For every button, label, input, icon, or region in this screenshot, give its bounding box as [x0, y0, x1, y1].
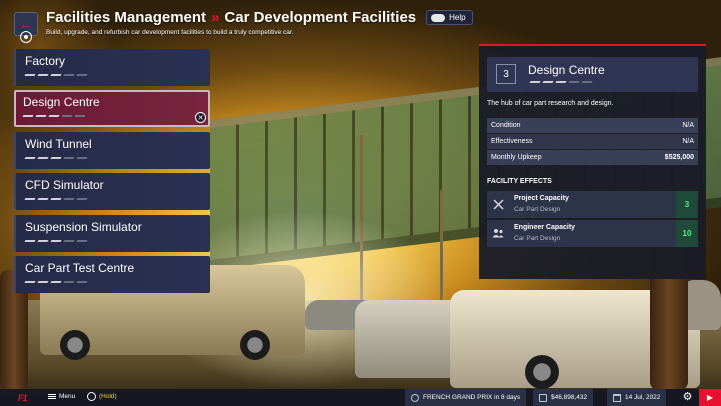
level-indicator [24, 156, 88, 159]
facility-effects-heading: FACILITY EFFECTS [487, 178, 552, 185]
breadcrumb: Facilities Management » Car Development … [46, 9, 473, 26]
gear-icon: ⚙ [682, 391, 693, 403]
stat-label: Monthly Upkeep [491, 153, 542, 161]
facility-detail-panel: 3 Design Centre The hub of car part rese… [479, 44, 706, 279]
level-indicator [529, 81, 593, 83]
play-icon: ▶ [706, 393, 714, 402]
facility-name: Car Part Test Centre [25, 260, 135, 275]
facility-effects: Project Capacity Car Part Design 3 Engin… [487, 191, 698, 248]
effect-value: 10 [676, 219, 698, 247]
stat-value: N/A [682, 137, 694, 145]
facility-item-design-centre[interactable]: Design Centre ✕ [14, 90, 210, 128]
facility-level-badge: 3 [496, 64, 516, 84]
effect-row-engineer-capacity: Engineer Capacity Car Part Design 10 [487, 219, 698, 247]
stat-value: $525,000 [664, 153, 694, 161]
stat-label: Condition [491, 121, 521, 129]
panel-title: Design Centre [528, 63, 605, 77]
facility-name: Design Centre [23, 95, 100, 110]
circle-button-icon: ✕ [195, 112, 206, 124]
controller-button-icon [20, 31, 32, 43]
calendar-icon [613, 393, 621, 402]
stat-row-monthly-upkeep: Monthly Upkeep $525,000 [487, 150, 698, 165]
help-label: Help [449, 13, 466, 22]
people-icon [487, 220, 509, 247]
facility-item-cfd-simulator[interactable]: CFD Simulator [14, 173, 210, 211]
touchpad-icon [431, 13, 446, 22]
breadcrumb-separator: » [211, 9, 220, 26]
effect-row-project-capacity: Project Capacity Car Part Design 3 [487, 191, 698, 218]
balance-text: $46,898,432 [551, 394, 588, 401]
facility-name: CFD Simulator [25, 178, 104, 193]
menu-icon [48, 393, 56, 400]
menu-button[interactable]: Menu [48, 393, 75, 400]
level-indicator [24, 198, 88, 201]
stat-value: N/A [682, 121, 694, 129]
tools-icon [487, 191, 509, 218]
page-header: ← Facilities Management » Car Developmen… [0, 0, 721, 46]
facility-name: Factory [25, 54, 66, 68]
controller-button-icon [87, 392, 96, 401]
footer-bar: F1 Menu (Hold) FRENCH GRAND PRIX in 8 da… [0, 389, 721, 406]
van-wheel [60, 330, 90, 360]
facility-item-factory[interactable]: Factory [14, 49, 210, 86]
effect-category: Car Part Design [514, 206, 561, 213]
hold-label: (Hold) [99, 393, 117, 400]
level-indicator [24, 239, 88, 242]
f1-logo: F1 [18, 393, 27, 403]
level-indicator [22, 115, 86, 118]
hold-prompt: (Hold) [87, 392, 117, 401]
page-title: Facilities Management [46, 9, 207, 26]
balance-indicator: $46,898,432 [533, 389, 594, 406]
facility-list: Factory Design Centre ✕ Wind Tunnel CFD … [14, 49, 210, 297]
advance-button[interactable]: ▶ [699, 389, 721, 406]
effect-name: Engineer Capacity [514, 223, 576, 231]
date-text: 14 Jul, 2022 [625, 394, 661, 401]
panel-description: The hub of car part research and design. [487, 100, 614, 107]
facility-stats: Condition N/A Effectiveness N/A Monthly … [487, 118, 698, 166]
level-indicator [24, 280, 88, 283]
effect-category: Car Part Design [514, 234, 561, 242]
stat-label: Effectiveness [491, 137, 533, 145]
arrow-left-icon: ← [18, 15, 34, 33]
page-subtitle: Car Development Facilities [224, 9, 417, 26]
car-wheel [525, 355, 559, 389]
next-race-text: FRENCH GRAND PRIX in 8 days [423, 394, 521, 401]
effect-value: 3 [676, 191, 698, 218]
next-race-indicator: FRENCH GRAND PRIX in 8 days [405, 389, 527, 406]
help-button[interactable]: Help [426, 10, 473, 25]
stat-row-condition: Condition N/A [487, 118, 698, 133]
settings-button[interactable]: ⚙ [681, 391, 694, 404]
level-indicator [24, 74, 88, 76]
stat-row-effectiveness: Effectiveness N/A [487, 134, 698, 149]
wallet-icon [539, 393, 547, 402]
panel-header: 3 Design Centre [487, 57, 698, 92]
facility-name: Wind Tunnel [25, 136, 92, 151]
facility-item-wind-tunnel[interactable]: Wind Tunnel [14, 131, 210, 169]
date-indicator: 14 Jul, 2022 [607, 389, 667, 406]
effect-name: Project Capacity [514, 195, 569, 202]
facility-name: Suspension Simulator [25, 219, 142, 234]
race-flag-icon [411, 393, 419, 402]
facility-item-suspension-simulator[interactable]: Suspension Simulator [14, 214, 210, 252]
page-description: Build, upgrade, and refurbish car develo… [46, 29, 294, 36]
menu-label: Menu [59, 393, 76, 400]
facility-item-car-part-test-centre[interactable]: Car Part Test Centre [14, 255, 210, 293]
van-wheel [240, 330, 270, 360]
